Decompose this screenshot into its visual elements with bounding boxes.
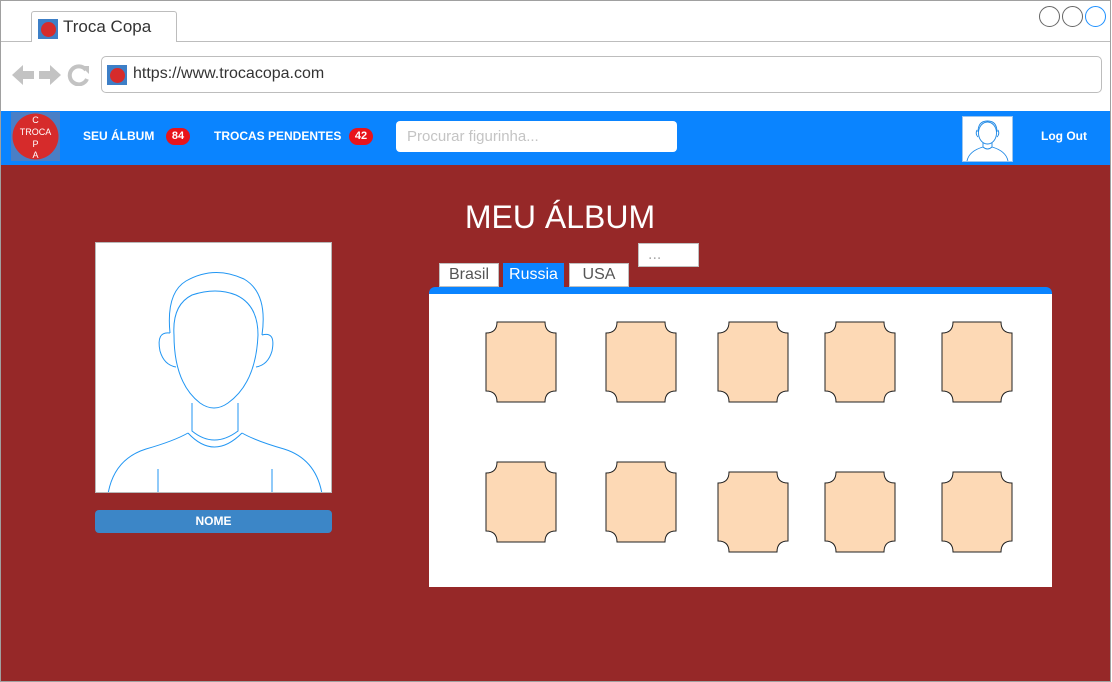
nav-seu-album[interactable]: SEU ÁLBUM [83, 129, 154, 143]
sticker-slot[interactable] [941, 321, 1013, 403]
browser-toolbar: https://www.trocacopa.com [1, 42, 1110, 111]
sticker-slot[interactable] [824, 471, 896, 553]
favicon-icon [107, 65, 127, 85]
sticker-slot[interactable] [717, 471, 789, 553]
favicon-icon [38, 19, 58, 39]
search-sticker-input[interactable] [396, 121, 677, 152]
troca-copa-logo[interactable]: C TROCA P A [11, 112, 60, 161]
user-silhouette-icon [107, 272, 323, 492]
name-button[interactable]: NOME [95, 510, 332, 533]
sticker-slot[interactable] [485, 461, 557, 543]
browser-tab-bar: Troca Copa [1, 1, 1110, 42]
album-page: MEU ÁLBUM NOME Brasil Russia USA ... [1, 165, 1110, 681]
tab-more[interactable]: ... [638, 243, 699, 267]
logo-letter-c: C [32, 115, 39, 125]
url-text[interactable]: https://www.trocacopa.com [133, 65, 324, 83]
tab-russia[interactable]: Russia [503, 263, 564, 287]
tab-usa[interactable]: USA [569, 263, 629, 287]
restore-button[interactable] [1062, 6, 1083, 27]
user-avatar[interactable] [962, 116, 1013, 162]
logo-letter-a: A [32, 150, 38, 160]
sticker-panel [429, 287, 1052, 587]
sticker-slot[interactable] [717, 321, 789, 403]
nav-trocas-pendentes[interactable]: TROCAS PENDENTES [214, 129, 341, 143]
page-title: MEU ÁLBUM [464, 199, 656, 235]
sticker-slot[interactable] [605, 321, 677, 403]
reload-icon[interactable] [67, 64, 91, 86]
app-header: C TROCA P A SEU ÁLBUM 84 TROCAS PENDENTE… [1, 111, 1110, 165]
address-bar[interactable]: https://www.trocacopa.com [101, 56, 1102, 93]
close-button[interactable] [1085, 6, 1106, 27]
sticker-slot[interactable] [941, 471, 1013, 553]
forward-arrow-icon[interactable] [38, 64, 62, 86]
logout-link[interactable]: Log Out [1041, 129, 1087, 143]
seu-album-count-badge: 84 [166, 128, 190, 145]
logo-word-troca: TROCA [20, 127, 52, 137]
back-arrow-icon[interactable] [11, 64, 35, 86]
sticker-slot[interactable] [605, 461, 677, 543]
profile-photo[interactable] [95, 242, 332, 493]
browser-tab[interactable]: Troca Copa [31, 11, 177, 42]
window-controls [1039, 6, 1106, 27]
minimize-button[interactable] [1039, 6, 1060, 27]
user-avatar-icon [966, 120, 1009, 162]
sticker-slot[interactable] [485, 321, 557, 403]
browser-window: Troca Copa https://www.trocacopa.com C T… [0, 0, 1111, 682]
navigation-buttons [11, 64, 91, 86]
trocas-pendentes-count-badge: 42 [349, 128, 373, 145]
tab-brasil[interactable]: Brasil [439, 263, 499, 287]
sticker-slot[interactable] [824, 321, 896, 403]
browser-tab-title: Troca Copa [63, 17, 152, 36]
logo-letter-p: P [32, 139, 38, 149]
